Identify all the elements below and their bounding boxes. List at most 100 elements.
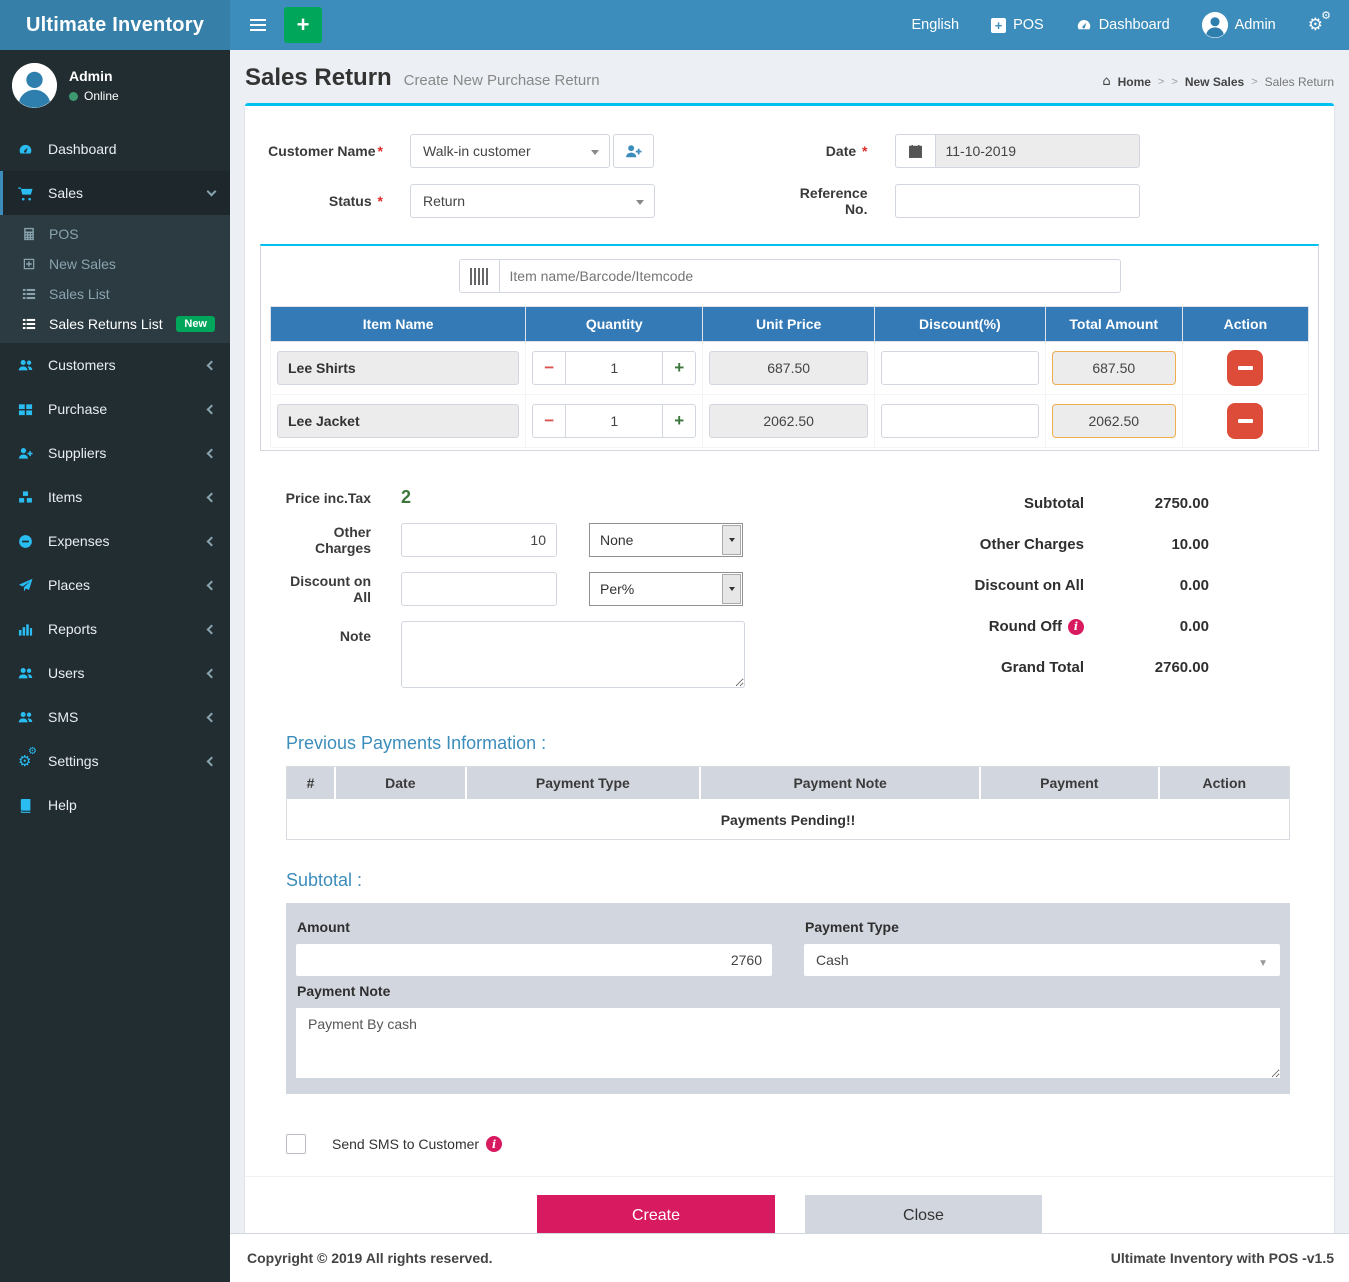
- sidebar-item-purchase[interactable]: Purchase: [0, 387, 230, 431]
- remove-item-button[interactable]: [1227, 350, 1263, 386]
- nav-user-label: Admin: [1235, 17, 1276, 33]
- qty-input[interactable]: [566, 351, 662, 385]
- payment-type-select[interactable]: Cash ▼: [803, 943, 1281, 977]
- sidebar-item-suppliers[interactable]: Suppliers: [0, 431, 230, 475]
- sidebar-item-label: Items: [48, 489, 82, 505]
- discount-input[interactable]: [881, 351, 1039, 385]
- close-button[interactable]: Close: [805, 1195, 1042, 1237]
- sidebar-item-sms[interactable]: SMS: [0, 695, 230, 739]
- sidebar-item-pos[interactable]: POS: [0, 219, 230, 249]
- nav-pos[interactable]: + POS: [975, 0, 1060, 50]
- discount-input[interactable]: [881, 404, 1039, 438]
- nav-user-menu[interactable]: Admin: [1186, 0, 1292, 50]
- footer-copyright: Copyright © 2019 All rights reserved.: [247, 1250, 493, 1266]
- caret-down-icon: [722, 574, 741, 604]
- add-customer-button[interactable]: [613, 134, 654, 168]
- other-charges-unit-select[interactable]: None: [589, 523, 743, 557]
- date-input[interactable]: [935, 134, 1140, 168]
- caret-down-icon: [591, 150, 599, 155]
- sidebar-item-label: Help: [48, 797, 77, 813]
- minus-icon: [1238, 419, 1253, 423]
- online-status-dot: [69, 92, 78, 101]
- page-title: Sales Return: [245, 64, 392, 91]
- col-payment-note: Payment Note: [700, 767, 980, 800]
- payment-note-textarea[interactable]: Payment By cash: [295, 1007, 1281, 1079]
- nav-language[interactable]: English: [896, 0, 976, 50]
- sidebar-item-settings[interactable]: ⚙⚙ Settings: [0, 739, 230, 783]
- tachometer-icon: [1076, 17, 1092, 33]
- sidebar-item-sales[interactable]: Sales: [0, 171, 230, 215]
- paper-plane-icon: [18, 578, 48, 593]
- col-payment: Payment: [980, 767, 1159, 800]
- hamburger-icon[interactable]: [236, 0, 280, 50]
- col-quantity: Quantity: [526, 307, 703, 342]
- brand-logo[interactable]: Ultimate Inventory: [0, 0, 230, 50]
- sidebar-item-help[interactable]: Help: [0, 783, 230, 827]
- sidebar-item-label: Places: [48, 577, 90, 593]
- previous-payments-section: Previous Payments Information : # Date P…: [286, 733, 1290, 840]
- sidebar-item-label: POS: [49, 226, 79, 242]
- sidebar-item-expenses[interactable]: Expenses: [0, 519, 230, 563]
- plus-square-icon: [22, 257, 49, 271]
- item-row: − +: [271, 342, 1309, 395]
- quick-add-button[interactable]: +: [284, 7, 322, 43]
- sidebar-item-sales-list[interactable]: Sales List: [0, 279, 230, 309]
- chevron-left-icon: [207, 712, 217, 722]
- qty-minus-button[interactable]: −: [532, 351, 566, 385]
- nav-dashboard[interactable]: Dashboard: [1060, 0, 1186, 50]
- col-unit-price: Unit Price: [703, 307, 875, 342]
- users-icon: [18, 710, 48, 725]
- customer-select[interactable]: Walk-in customer: [410, 134, 610, 168]
- info-icon[interactable]: i: [486, 1136, 502, 1152]
- round-off-label: Round Off i: [939, 618, 1084, 635]
- gears-icon[interactable]: ⚙⚙: [1292, 15, 1333, 35]
- sidebar-item-new-sales[interactable]: New Sales: [0, 249, 230, 279]
- top-navbar: Ultimate Inventory + English + POS Dashb…: [0, 0, 1349, 50]
- item-search-input[interactable]: [499, 259, 1121, 293]
- grand-total-label: Grand Total: [939, 659, 1084, 676]
- reference-no-input[interactable]: [895, 184, 1140, 218]
- payment-section: Subtotal : Amount Payment Type Cash ▼: [286, 870, 1290, 1094]
- caret-down-icon: [722, 525, 741, 555]
- create-button[interactable]: Create: [537, 1195, 775, 1237]
- send-sms-checkbox[interactable]: [286, 1134, 306, 1154]
- sidebar-item-label: Settings: [48, 753, 99, 769]
- sidebar-item-sales-returns-list[interactable]: Sales Returns List New: [0, 309, 230, 339]
- sidebar-item-label: SMS: [48, 709, 78, 725]
- sidebar-item-label: Dashboard: [48, 141, 117, 157]
- other-charges-unit-value: None: [590, 532, 721, 548]
- discount-unit-select[interactable]: Per%: [589, 572, 743, 606]
- other-charges-total-label: Other Charges: [939, 536, 1084, 553]
- col-item-name: Item Name: [271, 307, 526, 342]
- chevron-left-icon: [207, 492, 217, 502]
- chevron-left-icon: [207, 404, 217, 414]
- qty-plus-button[interactable]: +: [662, 351, 696, 385]
- calendar-icon[interactable]: [895, 134, 935, 168]
- other-charges-input[interactable]: [401, 523, 557, 557]
- breadcrumb-current: Sales Return: [1265, 75, 1334, 89]
- qty-plus-button[interactable]: +: [662, 404, 696, 438]
- sidebar-item-users[interactable]: Users: [0, 651, 230, 695]
- status-select[interactable]: Return: [410, 184, 655, 218]
- remove-item-button[interactable]: [1227, 403, 1263, 439]
- users-icon: [18, 358, 48, 373]
- item-name-input: [277, 351, 519, 385]
- breadcrumb-new-sales[interactable]: New Sales: [1185, 75, 1244, 89]
- sidebar-item-dashboard[interactable]: Dashboard: [0, 127, 230, 171]
- quantity-stepper: − +: [532, 351, 696, 385]
- amount-input[interactable]: [295, 943, 773, 977]
- sidebar-user-status[interactable]: Online: [69, 89, 119, 103]
- sidebar-item-label: New Sales: [49, 256, 116, 272]
- total-amount-input: [1052, 404, 1176, 438]
- info-icon[interactable]: i: [1068, 619, 1084, 635]
- note-textarea[interactable]: [401, 621, 745, 688]
- sidebar-item-customers[interactable]: Customers: [0, 343, 230, 387]
- discount-on-all-input[interactable]: [401, 572, 557, 606]
- sidebar-item-items[interactable]: Items: [0, 475, 230, 519]
- tachometer-icon: [18, 142, 48, 157]
- qty-input[interactable]: [566, 404, 662, 438]
- sidebar-item-places[interactable]: Places: [0, 563, 230, 607]
- breadcrumb-home[interactable]: Home: [1118, 75, 1151, 89]
- qty-minus-button[interactable]: −: [532, 404, 566, 438]
- sidebar-item-reports[interactable]: Reports: [0, 607, 230, 651]
